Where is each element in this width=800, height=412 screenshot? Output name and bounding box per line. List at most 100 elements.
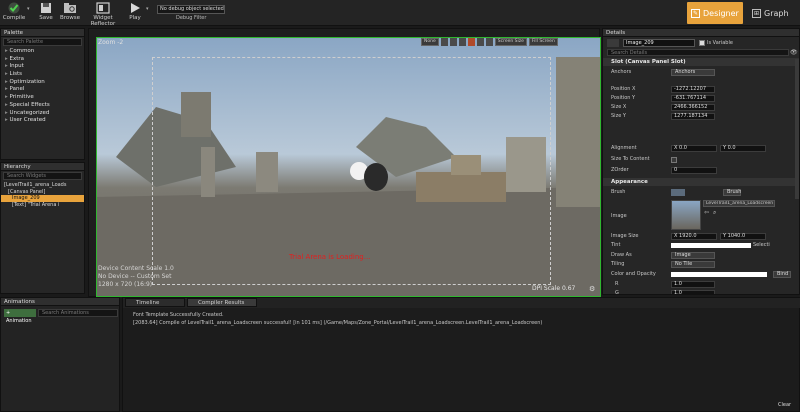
palette-category-label: User Created bbox=[9, 117, 46, 124]
device-info: Device Content Scale 1.0 No Device -- Cu… bbox=[98, 265, 174, 289]
brush-dropdown[interactable]: Brush bbox=[723, 189, 741, 196]
palette-category[interactable]: ▸ Common bbox=[1, 48, 84, 56]
palette-category-label: Uncategorized bbox=[9, 109, 50, 116]
slot-property-input[interactable]: -1272.12207 bbox=[671, 86, 715, 93]
appearance-section-header[interactable]: Appearance bbox=[603, 178, 799, 186]
compiler-results-tab[interactable]: Compiler Results bbox=[187, 298, 257, 307]
reset-icon[interactable] bbox=[467, 38, 475, 46]
compile-button[interactable]: Compile bbox=[2, 1, 26, 25]
dpi-settings-gear-icon[interactable]: ⚙ bbox=[589, 285, 595, 293]
hierarchy-search-input[interactable]: Search Widgets bbox=[3, 172, 82, 180]
loading-text-widget[interactable]: Trial Arena is Loading... bbox=[289, 253, 370, 261]
color-bind-dropdown[interactable]: Bind bbox=[773, 271, 791, 278]
browse-label: Browse bbox=[59, 15, 81, 21]
designer-mode-button[interactable]: ✎ Designer bbox=[687, 2, 743, 24]
compile-options-arrow-icon[interactable]: ▾ bbox=[27, 6, 31, 16]
slot-property-input[interactable]: -631.767114 bbox=[671, 95, 715, 102]
animations-panel: Animations + Animation Search Animations bbox=[0, 297, 120, 412]
fill-screen-dropdown[interactable]: Fill Screen bbox=[528, 38, 558, 46]
palette-category[interactable]: ▸ Input bbox=[1, 63, 84, 71]
details-view-options-icon[interactable]: 👁 bbox=[790, 49, 798, 56]
draw-as-dropdown[interactable]: Image bbox=[671, 252, 715, 259]
screen-size-dropdown[interactable]: Screen Size bbox=[494, 38, 527, 46]
details-scrollbar[interactable] bbox=[795, 59, 799, 199]
graph-mode-button[interactable]: ⊞ Graph bbox=[748, 2, 796, 24]
play-options-arrow-icon[interactable]: ▾ bbox=[146, 6, 149, 12]
hierarchy-item[interactable]: [Text] "Trial Arena i bbox=[1, 202, 84, 209]
browse-button[interactable]: Browse bbox=[58, 1, 82, 25]
details-search-input[interactable]: Search Details bbox=[607, 49, 789, 56]
palette-list: ▸ Common ▸ Extra ▸ Input ▸ Lists ▸ Optimizat… bbox=[1, 47, 84, 125]
hierarchy-panel: Hierarchy Search Widgets [LevelTrail1_ar… bbox=[0, 162, 85, 294]
size-to-content-row: Size To Content bbox=[603, 155, 799, 164]
search-animations-input[interactable]: Search Animations bbox=[38, 309, 118, 317]
color-channel-input[interactable]: 1.0 bbox=[671, 281, 715, 288]
add-animation-button[interactable]: + Animation bbox=[4, 309, 36, 324]
widget-reflector-button[interactable]: Widget Reflector bbox=[84, 1, 122, 27]
animations-title: Animations bbox=[4, 299, 35, 305]
palette-category[interactable]: ▸ Lists bbox=[1, 71, 84, 79]
localize-icon[interactable] bbox=[476, 38, 484, 46]
debug-filter-label: Debug Filter bbox=[176, 15, 207, 21]
is-variable-checkbox[interactable] bbox=[699, 40, 705, 46]
palette-category[interactable]: ▸ Optimization bbox=[1, 79, 84, 87]
grid-size-icon[interactable] bbox=[449, 38, 457, 46]
slot-property-label: Position Y bbox=[611, 95, 636, 101]
palette-panel: Palette Search Palette ▸ Common ▸ Extra ▸ … bbox=[0, 28, 85, 160]
alignment-x-input[interactable]: X 0.0 bbox=[671, 145, 717, 152]
tiling-dropdown[interactable]: No Tile bbox=[671, 261, 715, 268]
slot-property-label: Size Y bbox=[611, 113, 626, 119]
browse-asset-search-icon[interactable]: ⌕ bbox=[713, 209, 716, 217]
image-size-x-input[interactable]: X 1920.0 bbox=[671, 233, 717, 240]
palette-search-input[interactable]: Search Palette bbox=[3, 38, 82, 46]
none-toggle[interactable]: None bbox=[421, 38, 439, 46]
alignment-row: Alignment X 0.0 Y 0.0 bbox=[603, 144, 799, 153]
slot-property-input[interactable]: 1277.187134 bbox=[671, 113, 715, 120]
use-asset-arrow-icon[interactable]: ⇦ bbox=[704, 209, 709, 216]
color-channel-input[interactable]: 1.0 bbox=[671, 290, 715, 294]
palette-header: Palette bbox=[1, 29, 84, 37]
slot-property-row: Position Y -631.767114 bbox=[603, 94, 799, 103]
image-size-label: Image Size bbox=[611, 233, 639, 239]
widget-selection-box[interactable] bbox=[152, 57, 551, 285]
designer-viewport[interactable]: Zoom -2 None Screen Size Fill Screen Tri… bbox=[88, 28, 601, 297]
alignment-y-input[interactable]: Y 0.0 bbox=[720, 145, 766, 152]
image-thumbnail[interactable] bbox=[671, 200, 701, 230]
slot-property-row: Size X 2466.366152 bbox=[603, 103, 799, 112]
rotation-snap-icon[interactable] bbox=[458, 38, 466, 46]
slot-section-header[interactable]: Slot (Canvas Panel Slot) bbox=[603, 58, 799, 66]
animations-header: Animations bbox=[1, 298, 119, 306]
clear-log-button[interactable]: Clear bbox=[778, 402, 791, 408]
widget-name-input[interactable]: Image_209 bbox=[623, 39, 695, 47]
anchors-row: Anchors Anchors bbox=[603, 68, 799, 77]
palette-category[interactable]: ▸ Special Effects bbox=[1, 102, 84, 110]
palette-category[interactable]: ▸ Panel bbox=[1, 86, 84, 94]
tint-color-swatch[interactable] bbox=[671, 243, 751, 248]
timeline-tab[interactable]: Timeline bbox=[125, 298, 185, 307]
hierarchy-title: Hierarchy bbox=[4, 164, 31, 170]
hierarchy-item-label: Image_209 bbox=[12, 195, 40, 201]
palette-category[interactable]: ▸ Extra bbox=[1, 56, 84, 64]
grid-snap-icon[interactable] bbox=[440, 38, 448, 46]
tint-label: Tint bbox=[611, 242, 621, 248]
palette-category[interactable]: ▸ User Created bbox=[1, 117, 84, 125]
play-button[interactable]: Play bbox=[124, 1, 146, 25]
refresh-icon[interactable] bbox=[485, 38, 493, 46]
details-panel: Details Image_209 Is Variable Search Det… bbox=[602, 28, 800, 295]
zorder-input[interactable]: 0 bbox=[671, 167, 717, 174]
widget-type-icon bbox=[607, 39, 619, 47]
save-button[interactable]: Save bbox=[36, 1, 56, 25]
device-scale-text: Device Content Scale 1.0 bbox=[98, 265, 174, 272]
color-opacity-label: Color and Opacity bbox=[611, 271, 656, 277]
image-size-y-input[interactable]: Y 1040.0 bbox=[720, 233, 766, 240]
size-to-content-checkbox[interactable] bbox=[671, 157, 677, 163]
image-asset-dropdown[interactable]: LevelTrail1_arena_LoadscreenT bbox=[703, 200, 775, 207]
image-size-row: Image Size X 1920.0 Y 1040.0 bbox=[603, 232, 799, 241]
palette-category[interactable]: ▸ Uncategorized bbox=[1, 110, 84, 118]
color-opacity-swatch[interactable] bbox=[671, 272, 767, 277]
slot-property-input[interactable]: 2466.366152 bbox=[671, 104, 715, 111]
palette-category[interactable]: ▸ Primitive bbox=[1, 94, 84, 102]
debug-object-dropdown[interactable]: No debug object selected bbox=[157, 5, 225, 14]
anchors-dropdown[interactable]: Anchors bbox=[671, 69, 715, 76]
designer-label: Designer bbox=[703, 8, 739, 18]
